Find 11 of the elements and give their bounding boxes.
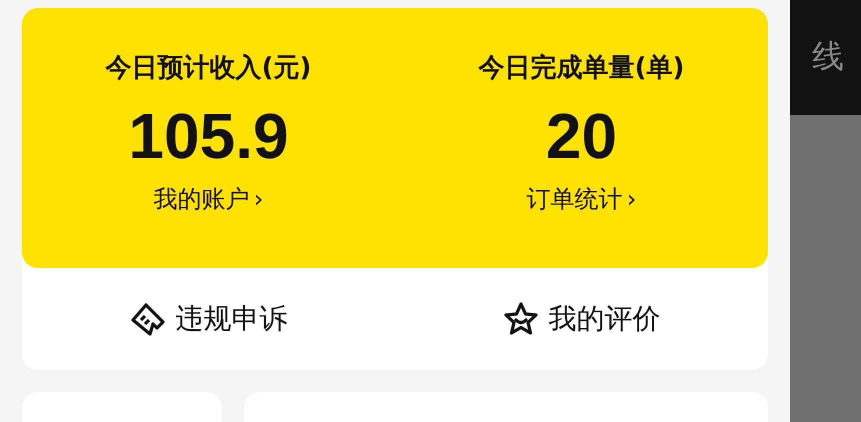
tag-icon	[130, 302, 166, 336]
stat-label: 今日预计收入(元)	[106, 52, 312, 85]
action-button[interactable]: 我的评价	[502, 300, 660, 338]
stat-label: 今日完成单量(单)	[478, 52, 684, 85]
stat-link[interactable]: 我的账户 ›	[154, 182, 264, 216]
stat-value: 105.9	[128, 100, 289, 172]
action-button[interactable]: 违规申诉	[130, 300, 288, 338]
stat-link[interactable]: 订单统计 ›	[526, 182, 636, 216]
star-icon	[502, 302, 538, 336]
stat-value: 20	[546, 100, 618, 172]
side-title: 线	[811, 36, 844, 76]
